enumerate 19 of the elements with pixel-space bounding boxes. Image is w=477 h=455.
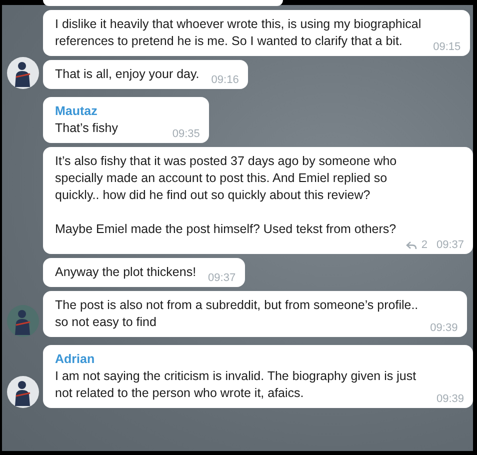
message-text: I dislike it heavily that whoever wrote this, is using my biographical references to pretend he is me. So I wanted to clarify that a bit. — [55, 16, 422, 50]
message-time: 09:39 — [436, 392, 464, 406]
message-text: The post is also not from a subreddit, but from someone’s profile.. so not easy to find — [55, 297, 418, 331]
message-time: 09:37 — [208, 271, 236, 285]
reply-count[interactable]: 2 — [421, 238, 428, 252]
message-text: That’s fishy — [55, 120, 118, 137]
message-text: It’s also fishy that it was posted 37 days ago by someone who specially made an account to post this. And Emiel replied so quickly.. how did he find out so quickly about this review? Maybe Emiel made the post himself? Used tekst from others? — [55, 153, 397, 238]
message-text: Anyway the plot thickens! — [55, 264, 196, 281]
avatar-icon[interactable] — [6, 376, 38, 408]
message-time: 09:15 — [433, 40, 461, 54]
avatar-icon[interactable] — [6, 57, 38, 89]
sender-name[interactable]: Mautaz — [55, 103, 198, 120]
message-time: 09:35 — [172, 127, 200, 141]
sender-name[interactable]: Adrian — [55, 351, 462, 368]
message-time: 09:16 — [211, 73, 239, 87]
message-text: I am not saying the criticism is invalid. The biography given is just not related to the person who wrote it, afaics. — [55, 368, 416, 402]
message-text: That is all, enjoy your day. — [55, 66, 200, 83]
message-time: 09:37 — [436, 238, 464, 252]
message-time: 09:39 — [430, 321, 458, 335]
